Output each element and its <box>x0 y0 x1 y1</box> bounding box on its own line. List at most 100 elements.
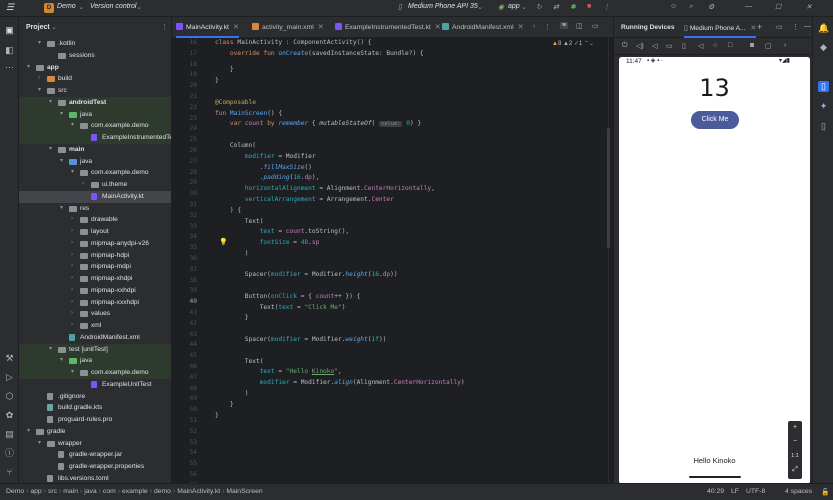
minimize-icon[interactable]: — <box>745 3 752 10</box>
tab-activity-main-xml[interactable]: activity_main.xml ✕ <box>252 17 323 38</box>
running-devices-icon[interactable]: ▯ <box>818 81 829 92</box>
run-tool-icon[interactable]: ▷ <box>4 372 15 383</box>
code-view-icon[interactable]: ≡ <box>560 22 569 29</box>
tree-item[interactable]: AndroidManifest.xml <box>19 332 171 344</box>
tree-item[interactable]: ▾ wrapper <box>19 438 171 450</box>
breadcrumb-item[interactable]: MainActivity.kt <box>177 488 220 495</box>
tree-item[interactable]: gradle-wrapper.jar <box>19 449 171 461</box>
stop-icon[interactable]: ■ <box>587 3 591 10</box>
tree-item[interactable]: gradle-wrapper.properties <box>19 461 171 473</box>
terminal-icon[interactable]: ▤ <box>4 429 15 440</box>
apply-changes-icon[interactable]: ⇄ <box>553 3 559 11</box>
search-icon[interactable]: ⌕ <box>689 3 693 11</box>
close-icon[interactable]: ✕ <box>518 24 524 31</box>
chevron-down-icon[interactable]: ▾ <box>49 97 52 109</box>
tree-item[interactable]: ▾ java <box>19 156 171 168</box>
screen-record-icon[interactable]: ▢ <box>765 42 772 50</box>
rotate-left-icon[interactable]: ▭ <box>666 42 673 50</box>
tree-item[interactable]: ▾ androidTest <box>19 96 171 109</box>
code-editor[interactable]: 16 17 18 19 20 21 22 23 24 25 26 27 28 29 30 31 32 33 34 35… <box>172 38 613 483</box>
chevron-right-icon[interactable]: › <box>71 320 73 332</box>
chevron-right-icon[interactable]: › <box>71 238 73 250</box>
emulator-screen[interactable]: 11:47 ▪ ◈ ▪ · ▾◢▮ 13 Click Me Hello Kino… <box>619 57 810 484</box>
breadcrumb-item[interactable]: Demo <box>6 488 24 495</box>
chevron-down-icon[interactable]: ▾ <box>38 38 41 50</box>
breadcrumb-item[interactable]: MainScreen <box>226 488 262 495</box>
chevron-down-icon[interactable]: ▾ <box>38 438 41 450</box>
tree-item[interactable]: ▾ src <box>19 85 171 97</box>
tab-scroll-left-icon[interactable]: ‹ <box>533 23 535 30</box>
editor-scrollbar[interactable] <box>607 128 610 248</box>
debug-icon[interactable]: ✱ <box>570 3 576 11</box>
chevron-down-icon[interactable]: ▾ <box>60 156 63 168</box>
close-icon[interactable]: ✕ <box>806 3 812 11</box>
tree-item[interactable]: › layout <box>19 226 171 238</box>
more-icon[interactable]: › <box>784 42 786 49</box>
indent-setting[interactable]: 4 spaces <box>785 488 812 495</box>
chevron-right-icon[interactable]: › <box>82 179 84 191</box>
add-device-icon[interactable]: + <box>757 22 762 32</box>
chevron-down-icon[interactable]: ▾ <box>60 355 63 367</box>
problems-icon[interactable]: ⓘ <box>4 448 15 459</box>
click-me-button[interactable]: Click Me <box>691 111 739 129</box>
tree-item[interactable]: › mipmap-xhdpi <box>19 273 171 285</box>
chevron-down-icon[interactable]: ▾ <box>49 144 52 156</box>
tree-item[interactable]: proguard-rules.pro <box>19 414 171 426</box>
design-view-icon[interactable]: ▭ <box>592 22 599 30</box>
tree-item[interactable]: libs.versions.toml <box>19 473 171 483</box>
chevron-right-icon[interactable]: › <box>71 285 73 297</box>
chevron-right-icon[interactable]: › <box>38 73 40 85</box>
zoom-out-icon[interactable]: − <box>788 435 802 449</box>
more-tabs-icon[interactable]: ⋮ <box>544 23 551 31</box>
layout-icon[interactable]: ▭ <box>776 23 783 31</box>
zoom-fit-icon[interactable]: ⤢ <box>788 463 802 477</box>
caret-position[interactable]: 40:29 <box>707 488 724 495</box>
tree-item[interactable]: ExampleUnitTest <box>19 379 171 391</box>
overview-icon[interactable]: □ <box>728 42 732 49</box>
gradle-tool-icon[interactable]: ⬡ <box>4 391 15 402</box>
ai-assistant-icon[interactable]: ✦ <box>818 101 829 112</box>
split-view-icon[interactable]: ◫ <box>576 22 583 30</box>
chevron-right-icon[interactable]: › <box>71 308 73 320</box>
chevron-down-icon[interactable]: ▾ <box>27 62 30 74</box>
version-control-icon[interactable]: ⑂ <box>4 467 15 478</box>
rotate-right-icon[interactable]: ▯ <box>682 42 686 50</box>
breadcrumb-item[interactable]: src <box>48 488 57 495</box>
tree-item[interactable]: ▾ main <box>19 144 171 156</box>
more-tools-icon[interactable]: ⋯ <box>4 62 15 73</box>
lock-icon[interactable]: 🔓 <box>821 488 829 496</box>
maximize-icon[interactable]: ☐ <box>775 3 781 11</box>
tab-android-manifest[interactable]: AndroidManifest.xml ✕ <box>442 17 523 38</box>
tree-item[interactable]: › mipmap-mdpi <box>19 261 171 273</box>
commit-tool-icon[interactable]: ◧ <box>4 45 15 56</box>
tree-item[interactable]: › mipmap-hdpi <box>19 250 171 262</box>
tree-item[interactable]: › ui.theme <box>19 179 171 191</box>
settings-icon[interactable]: ⚙ <box>708 3 714 11</box>
close-icon[interactable]: ✕ <box>750 25 756 32</box>
chevron-down-icon[interactable]: ▾ <box>49 344 52 356</box>
tab-example-instrumented-test[interactable]: ExampleInstrumentedTest.kt ✕ <box>335 17 440 38</box>
breadcrumb-item[interactable]: app <box>30 488 41 495</box>
tree-item[interactable]: build.gradle.kts <box>19 402 171 414</box>
tree-item[interactable]: ▾ gradle <box>19 426 171 438</box>
tree-item[interactable]: ▾ com.example.demo <box>19 167 171 179</box>
home-icon[interactable]: ○ <box>713 42 717 49</box>
minimize-panel-icon[interactable]: — <box>804 23 811 30</box>
tree-item[interactable]: › mipmap-xxxhdpi <box>19 297 171 309</box>
notifications-icon[interactable]: 🔔 <box>818 23 829 34</box>
problems-indicator[interactable]: ▲8 ▲2 ✓1 ⌃⌄ <box>552 40 594 47</box>
chevron-right-icon[interactable]: › <box>71 297 73 309</box>
breadcrumb-item[interactable]: com <box>103 488 116 495</box>
gesture-nav-bar[interactable] <box>689 476 741 478</box>
chevron-down-icon[interactable]: ▾ <box>27 426 30 438</box>
breadcrumb-item[interactable]: java <box>84 488 96 495</box>
close-icon[interactable]: ✕ <box>435 24 441 31</box>
tree-item[interactable]: › values <box>19 308 171 320</box>
build-variants-icon[interactable]: ⚒ <box>4 353 15 364</box>
zoom-in-icon[interactable]: + <box>788 421 802 435</box>
restart-icon[interactable]: ↻ <box>536 3 542 11</box>
chevron-right-icon[interactable]: › <box>71 273 73 285</box>
more-icon[interactable]: ⋮ <box>161 23 168 31</box>
run-config-selector[interactable]: app <box>508 3 520 10</box>
chevron-down-icon[interactable]: ▾ <box>71 167 74 179</box>
